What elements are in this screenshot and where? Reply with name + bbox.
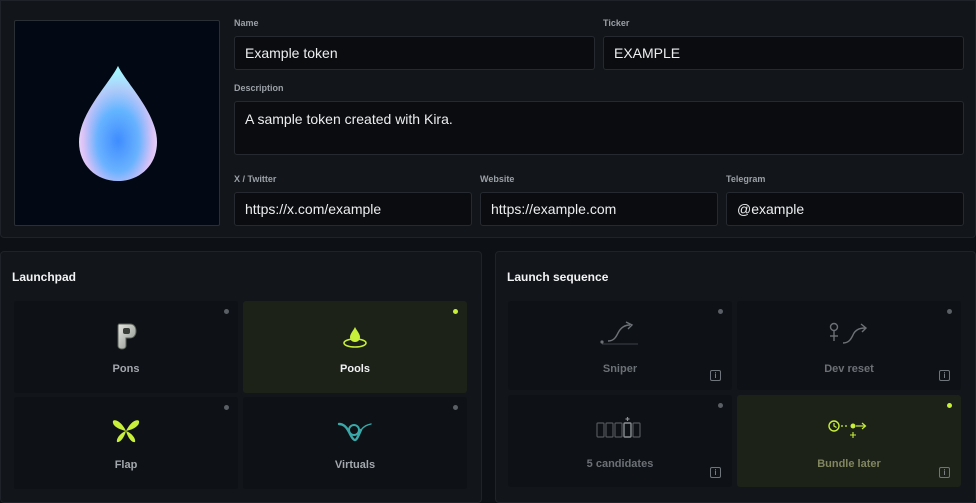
telegram-input[interactable]: @example bbox=[726, 192, 964, 226]
selection-dot bbox=[224, 309, 229, 314]
flap-logo-icon bbox=[112, 420, 140, 443]
ticker-input[interactable]: EXAMPLE bbox=[603, 36, 964, 70]
info-icon[interactable]: i bbox=[939, 467, 950, 478]
selection-dot bbox=[453, 309, 458, 314]
website-input[interactable]: https://example.com bbox=[480, 192, 718, 226]
launchpad-option-pools[interactable]: Pools bbox=[243, 301, 467, 393]
selection-dot bbox=[453, 405, 458, 410]
name-label: Name bbox=[234, 18, 259, 28]
pons-logo-icon bbox=[117, 323, 137, 350]
option-label: 5 candidates bbox=[586, 458, 654, 470]
virtuals-logo-icon bbox=[337, 422, 372, 442]
option-label: Virtuals bbox=[334, 459, 376, 471]
info-icon[interactable]: i bbox=[710, 467, 721, 478]
selection-dot bbox=[947, 309, 952, 314]
sniper-curve-icon bbox=[600, 321, 638, 345]
candidates-icon bbox=[596, 417, 641, 438]
launchpad-panel: Launchpad Pons Pools Flap Virtuals bbox=[0, 251, 482, 503]
website-label: Website bbox=[480, 174, 515, 184]
telegram-label: Telegram bbox=[726, 174, 766, 184]
option-label: Flap bbox=[114, 459, 138, 471]
selection-dot bbox=[718, 309, 723, 314]
launch-sequence-title: Launch sequence bbox=[507, 270, 609, 284]
option-label: Pons bbox=[112, 363, 140, 375]
pools-logo-icon bbox=[343, 327, 367, 348]
token-details-panel: Name Example token Ticker EXAMPLE Descri… bbox=[0, 0, 976, 238]
dev-reset-icon bbox=[829, 322, 868, 344]
launch-sequence-panel: Launch sequence Sniper i Dev reset i 5 c… bbox=[495, 251, 976, 503]
description-textarea[interactable]: A sample token created with Kira. bbox=[234, 101, 964, 155]
selection-dot bbox=[947, 403, 952, 408]
droplet-icon bbox=[79, 66, 157, 181]
selection-dot bbox=[718, 403, 723, 408]
launchpad-title: Launchpad bbox=[12, 270, 77, 284]
info-icon[interactable]: i bbox=[710, 370, 721, 381]
twitter-input[interactable]: https://x.com/example bbox=[234, 192, 472, 226]
sequence-option-dev-reset[interactable]: Dev reset i bbox=[737, 301, 961, 390]
sequence-option-candidates[interactable]: 5 candidates i bbox=[508, 395, 732, 487]
name-input[interactable]: Example token bbox=[234, 36, 595, 70]
description-label: Description bbox=[234, 83, 284, 93]
option-label: Pools bbox=[340, 363, 370, 375]
sequence-option-bundle-later[interactable]: Bundle later i bbox=[737, 395, 961, 487]
sequence-option-sniper[interactable]: Sniper i bbox=[508, 301, 732, 390]
launchpad-option-virtuals[interactable]: Virtuals bbox=[243, 397, 467, 489]
bundle-later-icon bbox=[828, 420, 867, 438]
option-label: Dev reset bbox=[824, 363, 874, 375]
info-icon[interactable]: i bbox=[939, 370, 950, 381]
twitter-label: X / Twitter bbox=[234, 174, 277, 184]
launchpad-option-pons[interactable]: Pons bbox=[14, 301, 238, 393]
option-label: Sniper bbox=[602, 363, 638, 375]
token-image-upload[interactable] bbox=[14, 20, 220, 226]
option-label: Bundle later bbox=[817, 458, 881, 470]
launchpad-option-flap[interactable]: Flap bbox=[14, 397, 238, 489]
ticker-label: Ticker bbox=[603, 18, 630, 28]
selection-dot bbox=[224, 405, 229, 410]
